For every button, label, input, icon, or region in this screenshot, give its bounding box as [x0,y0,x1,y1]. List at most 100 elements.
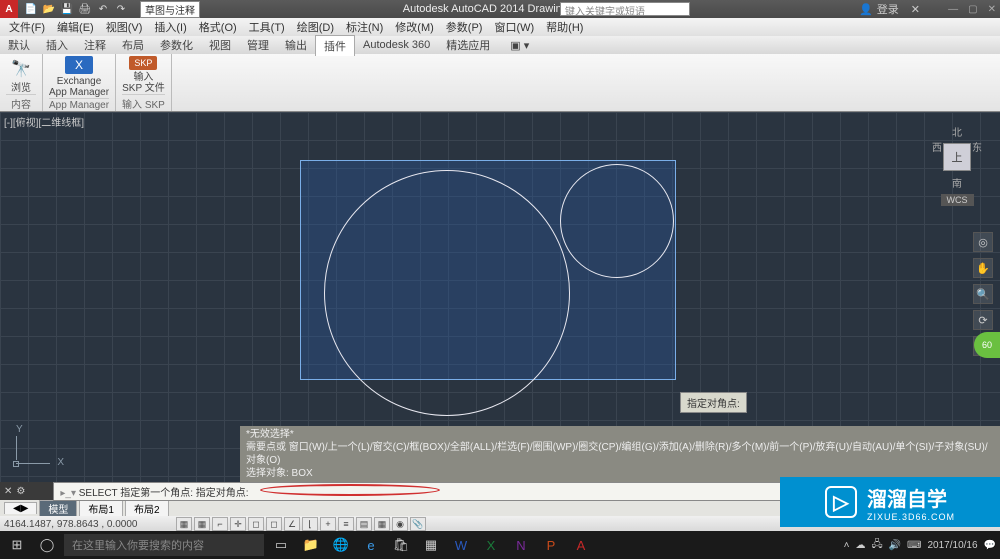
exchange-app-icon[interactable]: X [65,56,93,74]
menu-edit[interactable]: 编辑(E) [52,19,99,35]
undo-icon[interactable]: ↶ [96,2,110,16]
zoom-icon[interactable]: 🔍 [973,284,993,304]
menu-help[interactable]: 帮助(H) [541,19,588,35]
menu-tools[interactable]: 工具(T) [244,19,290,35]
viewcube-east: 东 [972,139,982,175]
am-toggle[interactable]: 📎 [410,517,426,531]
drawing-canvas[interactable]: [-][俯视][二维线框] 指定对角点: 北 西上东 南 WCS ◎ ✋ 🔍 ⟳… [0,112,1000,482]
tray-date[interactable]: 2017/10/16 [927,540,977,551]
menu-format[interactable]: 格式(O) [194,19,242,35]
osnap-toggle[interactable]: ◻ [248,517,264,531]
onenote-icon[interactable]: N [508,534,534,556]
tab-default[interactable]: 默认 [0,35,38,55]
explorer-icon[interactable]: 📁 [298,534,324,556]
cmd-close-icon[interactable]: ✕ [4,486,12,497]
menu-draw[interactable]: 绘图(D) [292,19,339,35]
viewcube-face[interactable]: 上 [943,143,971,171]
excel-icon[interactable]: X [478,534,504,556]
otrack-toggle[interactable]: ∠ [284,517,300,531]
tray-ime-icon[interactable]: ⌨ [907,540,921,551]
viewport-label[interactable]: [-][俯视][二维线框] [4,114,84,129]
tab-autodesk360[interactable]: Autodesk 360 [355,37,438,53]
app-logo[interactable]: A [0,0,18,18]
autocad-taskbar-icon[interactable]: A [568,534,594,556]
chrome-icon[interactable]: 🌐 [328,534,354,556]
tray-volume-icon[interactable]: 🔊 [889,540,901,551]
snap-toggle[interactable]: ▦ [176,517,192,531]
dynamic-input-tooltip: 指定对角点: [680,392,747,413]
save-icon[interactable]: 💾 [60,2,74,16]
menu-window[interactable]: 窗口(W) [489,19,539,35]
trial-badge[interactable]: 60 [974,332,1000,358]
menu-view[interactable]: 视图(V) [101,19,148,35]
start-button[interactable]: ⊞ [4,534,30,556]
skp-import-icon[interactable]: SKP [129,56,157,70]
wcs-badge[interactable]: WCS [941,194,974,206]
tab-nav-icon[interactable]: ◀▶ [4,502,37,514]
model-tab[interactable]: 模型 [39,500,77,516]
menu-parametric[interactable]: 参数(P) [441,19,488,35]
new-icon[interactable]: 📄 [24,2,38,16]
minimize-button[interactable]: — [948,4,958,15]
login-button[interactable]: 👤 登录 ✕ [859,1,920,17]
pan-icon[interactable]: ✋ [973,258,993,278]
tab-insert[interactable]: 插入 [38,35,76,55]
open-icon[interactable]: 📂 [42,2,56,16]
redo-icon[interactable]: ↷ [114,2,128,16]
grid-toggle[interactable]: ▦ [194,517,210,531]
menu-modify[interactable]: 修改(M) [390,19,439,35]
tray-notifications-icon[interactable]: 💬 [984,540,996,551]
tab-view[interactable]: 视图 [201,35,239,55]
menu-dimension[interactable]: 标注(N) [341,19,388,35]
close-button[interactable]: ✕ [988,4,996,15]
view-cube[interactable]: 北 西上东 南 WCS [932,124,982,206]
tray-network-icon[interactable]: 🖧 [871,537,882,554]
lwt-toggle[interactable]: ≡ [338,517,354,531]
exchange-icon[interactable]: ✕ [911,3,920,16]
powerpoint-icon[interactable]: P [538,534,564,556]
app-icon[interactable]: ▦ [418,534,444,556]
ribbon-expand-icon[interactable]: ▣ ▾ [502,37,537,54]
cortana-icon[interactable]: ◯ [34,534,60,556]
store-icon[interactable]: 🛍 [388,534,414,556]
taskbar-search[interactable]: 在这里输入你要搜索的内容 [64,534,264,556]
ucs-y: Y [16,424,23,435]
menu-bar: 文件(F) 编辑(E) 视图(V) 插入(I) 格式(O) 工具(T) 绘图(D… [0,18,1000,36]
workspace-dropdown[interactable]: 草图与注释 [140,1,200,18]
polar-toggle[interactable]: ✛ [230,517,246,531]
tab-output[interactable]: 输出 [277,35,315,55]
cmd-line1: *无效选择* [246,428,994,441]
tab-parametric[interactable]: 参数化 [152,35,201,55]
layout2-tab[interactable]: 布局2 [125,500,169,516]
sc-toggle[interactable]: ◉ [392,517,408,531]
cmd-config-icon[interactable]: ⚙ [16,486,25,497]
panel-footer: App Manager [49,98,109,111]
help-search-input[interactable]: 键入关键字或短语 [560,2,690,16]
tab-plugins[interactable]: 插件 [315,35,355,56]
tab-layout[interactable]: 布局 [114,35,152,55]
watermark-url: ZIXUE.3D66.COM [867,512,955,522]
tray-up-icon[interactable]: ˄ [844,540,850,551]
tray-cloud-icon[interactable]: ☁ [855,540,865,551]
tpy-toggle[interactable]: ▤ [356,517,372,531]
tab-featured[interactable]: 精选应用 [438,35,498,55]
layout1-tab[interactable]: 布局1 [79,500,123,516]
steering-wheel-icon[interactable]: ◎ [973,232,993,252]
qp-toggle[interactable]: ▦ [374,517,390,531]
tab-annotate[interactable]: 注释 [76,35,114,55]
binoculars-icon[interactable]: 🔭 [6,56,36,81]
orbit-icon[interactable]: ⟳ [973,310,993,330]
menu-file[interactable]: 文件(F) [4,19,50,35]
watermark-brand: 溜溜自学 [867,489,947,511]
menu-insert[interactable]: 插入(I) [149,19,191,35]
dyn-toggle[interactable]: + [320,517,336,531]
print-icon[interactable]: 🖨 [78,2,92,16]
ortho-toggle[interactable]: ⌐ [212,517,228,531]
edge-icon[interactable]: e [358,534,384,556]
maximize-button[interactable]: ▢ [968,4,977,15]
tab-manage[interactable]: 管理 [239,35,277,55]
word-icon[interactable]: W [448,534,474,556]
taskview-icon[interactable]: ▭ [268,534,294,556]
ducs-toggle[interactable]: ⌊ [302,517,318,531]
3dosnap-toggle[interactable]: ◻ [266,517,282,531]
